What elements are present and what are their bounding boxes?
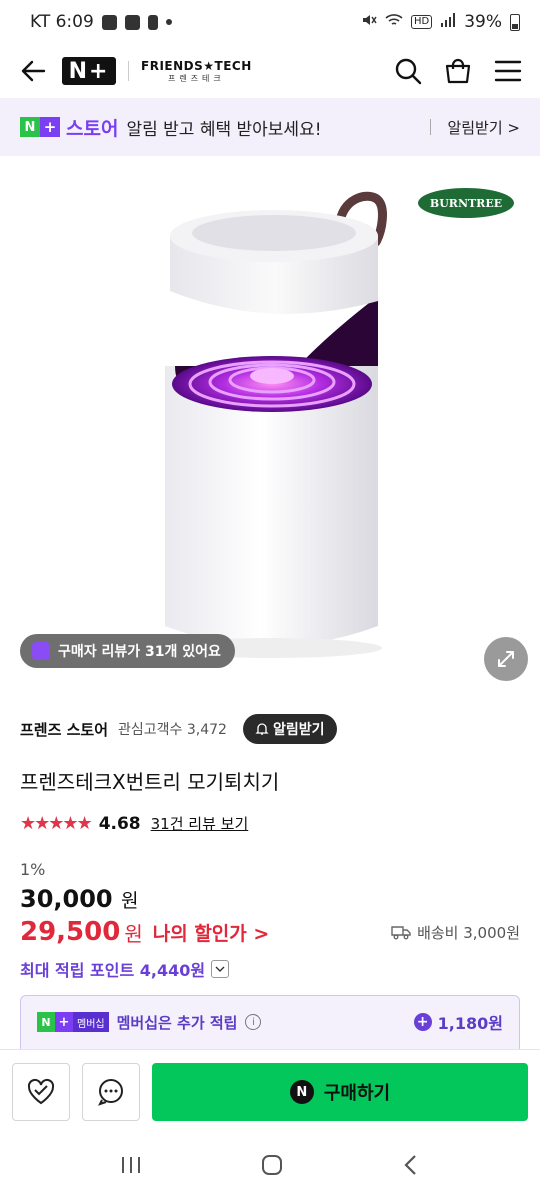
bell-plus-icon	[255, 723, 269, 735]
max-points-row[interactable]: 최대 적립 포인트 4,440원	[20, 957, 520, 981]
info-icon[interactable]: i	[245, 1014, 262, 1030]
plus-mark-icon: +	[40, 117, 60, 137]
search-icon	[395, 58, 422, 85]
banner-alarm-link[interactable]: 알림받기 >	[430, 117, 520, 138]
membership-message: 멤버십은 추가 적립	[116, 1013, 238, 1032]
status-right: HD 39%	[361, 12, 520, 33]
brand-name-en: FRIENDS★TECH	[141, 58, 252, 73]
expand-arrows-icon	[498, 651, 514, 667]
more-notifications-icon	[165, 19, 172, 25]
hd-badge: HD	[410, 15, 433, 29]
search-button[interactable]	[394, 57, 422, 85]
truck-icon	[391, 926, 411, 940]
chat-bubble-icon	[98, 1079, 123, 1106]
blog-icon	[124, 14, 140, 30]
review-count-pill[interactable]: 구매자 리뷰가 31개 있어요	[20, 634, 235, 668]
banner-message: 알림 받고 혜택 받아보세요!	[126, 119, 322, 140]
seller-followers: 관심고객수 3,472	[118, 722, 227, 738]
home-button[interactable]	[260, 1153, 284, 1181]
naver-plus-logo[interactable]: N+	[62, 57, 116, 85]
menu-button[interactable]	[494, 59, 522, 83]
hamburger-menu-icon	[494, 60, 522, 82]
heart-check-icon	[27, 1078, 55, 1105]
shipping-fee: 배송비 3,000원	[391, 922, 520, 943]
cart-button[interactable]	[444, 57, 472, 85]
home-icon	[261, 1155, 282, 1175]
burntree-brand-badge: BURNTREE	[418, 188, 514, 218]
battery-percent: 39%	[464, 12, 502, 32]
plus-circle-icon: +	[413, 1013, 432, 1031]
wifi-icon	[385, 12, 403, 33]
seller-name[interactable]: 프렌즈 스토어	[20, 719, 108, 740]
chevron-left-icon	[404, 1155, 417, 1175]
recent-apps-icon	[121, 1157, 140, 1173]
notification-banner[interactable]: N + 스토어 알림 받고 혜택 받아보세요! 알림받기 >	[0, 98, 540, 156]
logo-divider	[128, 61, 129, 81]
original-price-unit: 원	[120, 890, 139, 912]
rating-score: 4.68	[98, 813, 141, 834]
expand-image-button[interactable]	[484, 637, 528, 681]
sale-price-value: 29,500	[20, 917, 121, 947]
product-title: 프렌즈테크X번트리 모기퇴치기	[20, 770, 280, 794]
review-bag-icon	[32, 642, 50, 660]
n-mark-icon: N	[37, 1012, 55, 1032]
product-photo	[162, 191, 387, 658]
membership-tag: N + 멤버십	[37, 1012, 109, 1032]
store-label: 스토어	[66, 117, 119, 140]
buy-button[interactable]: N 구매하기	[152, 1063, 528, 1121]
app-notification-icon	[147, 14, 158, 30]
status-bar: KT 6:09 HD 39%	[0, 0, 540, 44]
seller-row: 프렌즈 스토어 관심고객수 3,472 알림받기	[20, 702, 520, 756]
system-nav-bar	[0, 1134, 540, 1200]
review-link[interactable]: 31건 리뷰 보기	[151, 813, 249, 834]
original-price-value: 30,000	[20, 885, 113, 913]
wishlist-button[interactable]	[12, 1063, 70, 1121]
banner-divider	[430, 119, 432, 135]
carrier-time: KT 6:09	[30, 12, 94, 32]
star-rating-icon: ★★★★★	[20, 813, 93, 834]
sale-price-unit: 원	[124, 921, 143, 946]
rating-row: ★★★★★ 4.68 31건 리뷰 보기	[20, 813, 520, 834]
original-price: 30,000 원	[20, 885, 520, 913]
brand-name-ko: 프렌즈테크	[167, 73, 225, 83]
chevron-down-icon	[211, 960, 230, 978]
max-points-text: 최대 적립 포인트 4,440원	[20, 961, 206, 980]
back-nav-button[interactable]	[401, 1153, 421, 1181]
discount-rate: 1%	[20, 860, 46, 879]
membership-row: N + 멤버십 멤버십은 추가 적립 i + 1,180원	[37, 1010, 503, 1034]
my-discount-price-link[interactable]: 나의 할인가 >	[153, 919, 270, 946]
back-button[interactable]	[18, 56, 48, 86]
status-left: KT 6:09	[30, 12, 172, 32]
naverpay-n-icon: N	[289, 1080, 314, 1104]
mute-icon	[361, 12, 377, 33]
recent-apps-button[interactable]	[119, 1155, 143, 1179]
product-info: 프렌즈 스토어 관심고객수 3,472 알림받기 프렌즈테크X번트리 모기퇴치기…	[0, 702, 540, 981]
talk-button[interactable]	[82, 1063, 140, 1121]
signal-icon	[440, 12, 456, 32]
nplus-store-logo: N + 스토어	[20, 114, 118, 141]
sale-row: 29,500 원 나의 할인가 > 배송비 3,000원	[20, 917, 520, 947]
app-header: N+ FRIENDS★TECH 프렌즈테크	[0, 44, 540, 98]
plus-mark-icon: +	[55, 1012, 73, 1032]
membership-points-value: 1,180원	[437, 1014, 503, 1033]
product-image[interactable]: BURNTREE 구매자 리뷰가 31개 있어요	[0, 156, 540, 696]
review-notice-text: 구매자 리뷰가 31개 있어요	[58, 644, 221, 660]
gallery-icon	[101, 14, 117, 30]
header-actions	[394, 57, 522, 85]
banner-alarm-label: 알림받기 >	[447, 118, 520, 137]
shopping-bag-icon	[445, 58, 471, 84]
buy-button-label: 구매하기	[323, 1083, 391, 1104]
n-mark-icon: N	[20, 117, 40, 137]
seller-alarm-label: 알림받기	[272, 722, 325, 738]
membership-tag-label: 멤버십	[73, 1012, 109, 1032]
arrow-left-icon	[21, 60, 46, 82]
membership-points: + 1,180원	[413, 1010, 503, 1034]
shipping-fee-text: 배송비 3,000원	[417, 923, 520, 942]
bottom-action-bar: N 구매하기	[0, 1049, 540, 1134]
seller-alarm-button[interactable]: 알림받기	[242, 714, 337, 744]
store-brand-logo[interactable]: FRIENDS★TECH 프렌즈테크	[141, 59, 252, 84]
battery-icon	[510, 13, 520, 31]
